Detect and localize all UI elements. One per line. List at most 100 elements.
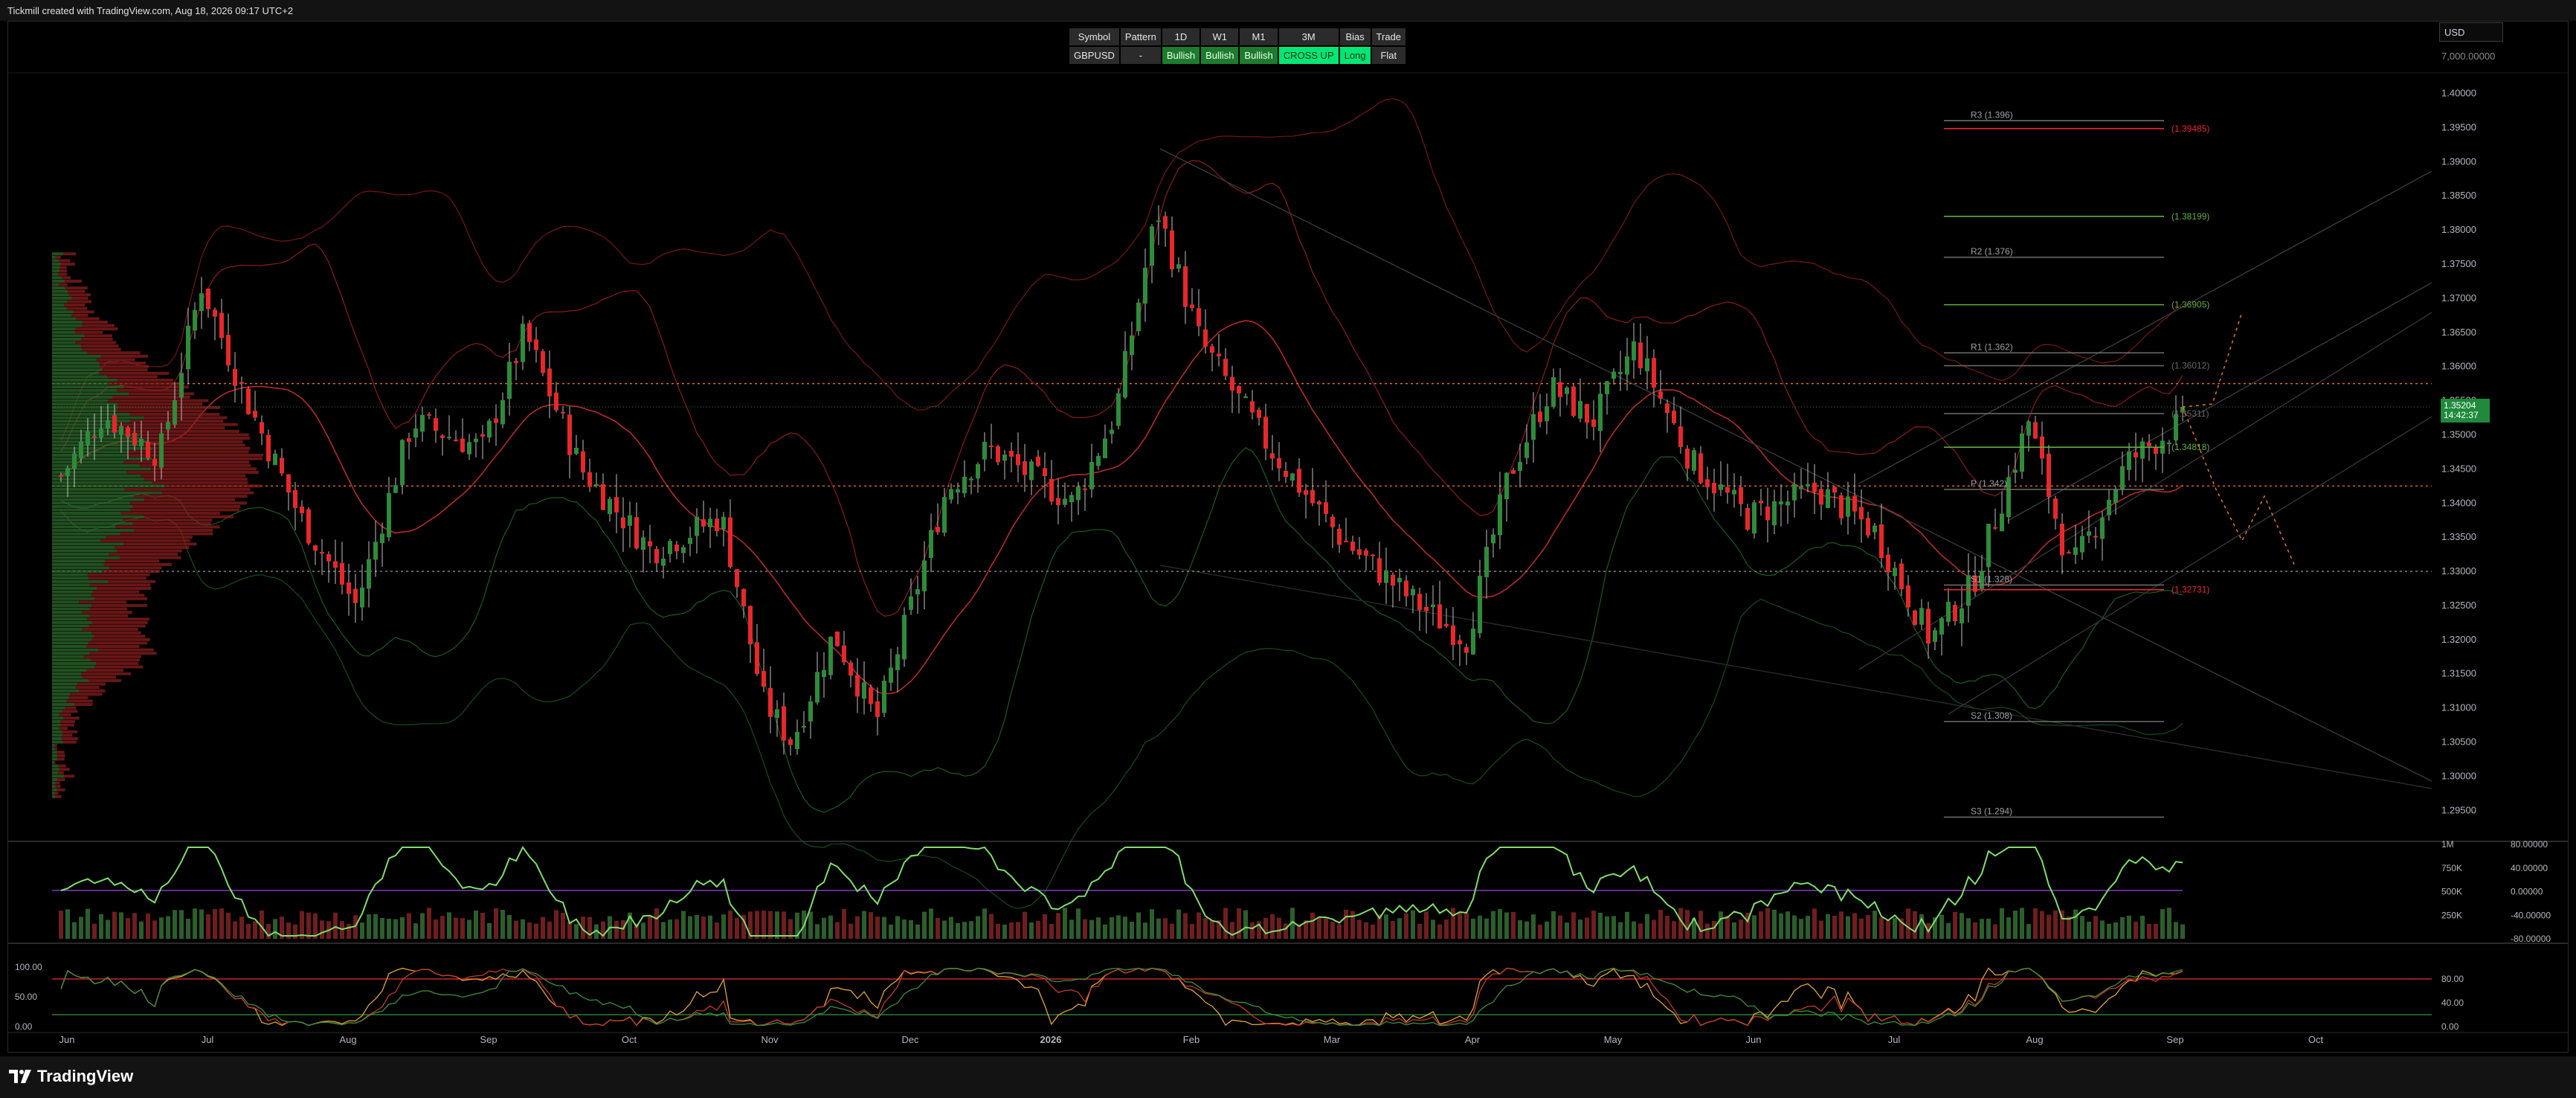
volume-profile-bar-sell: [105, 559, 160, 563]
volume-profile-bar-buy: [52, 754, 58, 757]
candle-down: [427, 414, 431, 416]
candle-down: [782, 706, 786, 741]
volume-bar: [1451, 908, 1455, 939]
stochastic-d-line: [60, 967, 2183, 1027]
volume-profile-bar-sell: [81, 347, 121, 351]
candle-up: [795, 731, 799, 749]
trend-line[interactable]: [1159, 148, 2432, 782]
volume-profile-bar-sell: [91, 638, 150, 641]
candle-down: [554, 392, 558, 411]
volume-bar: [1002, 924, 1007, 939]
volume-profile-bar-buy: [52, 553, 109, 556]
candle-up: [507, 362, 512, 399]
trend-line[interactable]: [2007, 282, 2432, 521]
volume-bar: [1571, 912, 1576, 939]
volume-profile-bar-sell: [99, 362, 146, 365]
volume-bar: [1371, 924, 1375, 939]
volume-profile-bar-buy: [52, 641, 88, 645]
candle-up: [2107, 499, 2111, 516]
time-axis-tick-label: Jun: [59, 1034, 75, 1045]
volume-bar: [126, 918, 130, 939]
tradingview-logo[interactable]: TradingView: [9, 1065, 133, 1088]
volume-bar: [1317, 917, 1321, 939]
volume-profile-bar-sell: [123, 542, 197, 546]
volume-bar: [1063, 908, 1067, 939]
volume-bar: [1652, 919, 1656, 939]
volume-profile-bar-sell: [92, 590, 140, 594]
candle-up: [2140, 441, 2145, 459]
candle-down: [2053, 498, 2058, 519]
volume-bar: [855, 916, 860, 939]
volume-bar: [1591, 911, 1596, 939]
candle-down: [1330, 516, 1335, 527]
candle-up: [688, 537, 692, 545]
volume-profile-bar-sell: [118, 405, 221, 409]
candle-down: [1538, 411, 1542, 423]
volume-bar: [768, 911, 773, 939]
volume-profile-bar-buy: [52, 545, 115, 549]
volume-bar: [828, 915, 833, 939]
candle-down: [1886, 554, 1890, 573]
upper-band-line: [60, 160, 2183, 617]
candle-down: [567, 414, 572, 455]
candle-up: [882, 680, 886, 713]
price-axis-tick-label: 1.36500: [2441, 327, 2476, 338]
candle-down: [1083, 488, 1087, 490]
trend-line[interactable]: [1858, 170, 2432, 484]
volume-bar: [206, 914, 210, 939]
volume-profile-bar-sell: [59, 269, 67, 273]
volume-profile-bar-sell: [161, 491, 254, 495]
price-axis-tick-label: 1.36000: [2441, 361, 2476, 372]
candle-down: [1337, 528, 1342, 545]
volume-profile-bar-buy: [52, 478, 144, 481]
candle-up: [1772, 501, 1777, 526]
candle-up: [889, 667, 893, 683]
volume-bar: [360, 922, 364, 939]
volume-profile-bar-buy: [52, 590, 93, 594]
volume-bar: [2093, 916, 2098, 939]
currency-select[interactable]: USD: [2439, 22, 2503, 42]
volume-profile-bar-buy: [52, 324, 83, 327]
volume-bar: [393, 919, 398, 939]
volume-profile-bar-sell: [123, 518, 213, 522]
oscillator-axis-tick-label: -40.00000: [2511, 910, 2551, 920]
candle-down: [1953, 605, 1957, 621]
volume-profile-bar-sell: [62, 733, 73, 737]
price-axis-tick-label: 1.39000: [2441, 155, 2476, 167]
volume-bar: [1036, 920, 1040, 939]
candle-up: [1504, 472, 1509, 500]
volume-profile-bar-sell: [141, 474, 246, 478]
volume-axis-tick-label: 500K: [2441, 887, 2462, 897]
trend-line[interactable]: [1159, 565, 2432, 789]
projection-path-up[interactable]: [2182, 312, 2243, 408]
volume-bar: [862, 911, 866, 939]
volume-bar: [2047, 914, 2051, 939]
candle-up: [1531, 414, 1536, 440]
candle-down: [1217, 353, 1221, 356]
volume-profile-bar-sell: [57, 751, 65, 754]
chart-canvas[interactable]: 1.29500 1.30000 1.30500 1.31000 1.31500 1.320…: [0, 0, 2576, 1098]
volume-profile-bar-buy: [52, 719, 61, 723]
volume-bar: [1176, 909, 1181, 939]
volume-profile-bar-buy: [52, 454, 128, 457]
candle-up: [521, 324, 525, 362]
candle-down: [541, 351, 545, 373]
volume-bar: [1043, 914, 1047, 939]
volume-bar: [1939, 914, 1944, 939]
candle-down: [266, 434, 271, 462]
candle-up: [1779, 501, 1783, 505]
candle-down: [1170, 230, 1174, 270]
candle-up: [862, 682, 866, 699]
volume-profile-bar-buy: [52, 730, 62, 733]
volume-profile-bar-sell: [57, 754, 65, 757]
candle-down: [1926, 609, 1931, 644]
candle-up: [413, 428, 418, 438]
volume-bar: [420, 913, 425, 939]
volume-profile-bar-buy: [52, 283, 59, 286]
candle-up: [895, 654, 900, 670]
volume-profile-bar-buy: [52, 504, 133, 508]
volume-profile-bar-sell: [91, 631, 141, 635]
volume-bar: [1611, 916, 1616, 939]
candle-down: [480, 434, 485, 437]
candle-down: [1263, 417, 1268, 449]
